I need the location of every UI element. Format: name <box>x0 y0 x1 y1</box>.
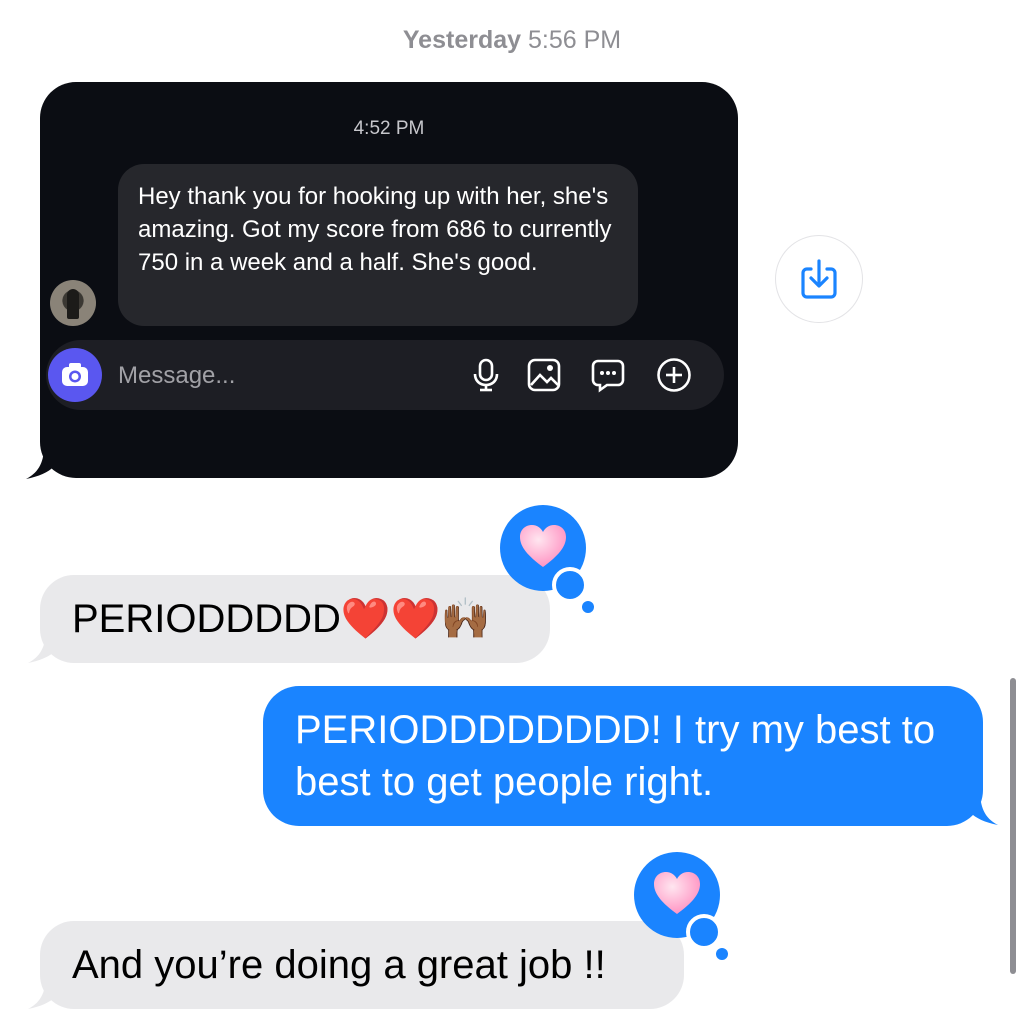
screenshot-message-text: Hey thank you for hooking up with her, s… <box>118 164 638 326</box>
sticker-icon <box>591 359 625 393</box>
camera-icon <box>48 348 102 402</box>
conversation-timestamp: Yesterday 5:56 PM <box>0 26 1024 55</box>
heart-tapback[interactable] <box>500 505 594 613</box>
timestamp-day: Yesterday <box>402 26 522 54</box>
microphone-icon <box>473 358 499 392</box>
message-bubble-incoming[interactable]: And you’re doing a great job !! <box>40 921 684 1009</box>
heart-icon <box>520 525 566 567</box>
heart-icon <box>654 872 700 914</box>
message-text: PERIODDDDDDDD! I try my best to best to … <box>295 708 936 804</box>
message-text: PERIODDDDD❤️❤️🙌🏾 <box>72 597 491 641</box>
timestamp-time: 5:56 PM <box>527 26 622 54</box>
screenshot-message-time: 4:52 PM <box>353 118 425 139</box>
plus-icon <box>657 358 691 392</box>
image-icon <box>527 358 561 392</box>
avatar <box>50 280 96 326</box>
message-text: And you’re doing a great job !! <box>72 943 606 987</box>
scrollbar[interactable] <box>1010 678 1016 974</box>
screenshot-attachment[interactable]: 4:52 PM Hey thank you for hooking up wit… <box>40 82 738 478</box>
message-bubble-incoming[interactable]: PERIODDDDD❤️❤️🙌🏾 <box>40 575 550 663</box>
composer-placeholder: Message... <box>118 362 236 389</box>
heart-tapback[interactable] <box>634 852 728 960</box>
screenshot-composer: Message... <box>46 340 724 410</box>
save-attachment-button[interactable] <box>775 235 863 323</box>
download-icon <box>801 259 837 299</box>
message-bubble-outgoing[interactable]: PERIODDDDDDDD! I try my best to best to … <box>263 686 983 826</box>
